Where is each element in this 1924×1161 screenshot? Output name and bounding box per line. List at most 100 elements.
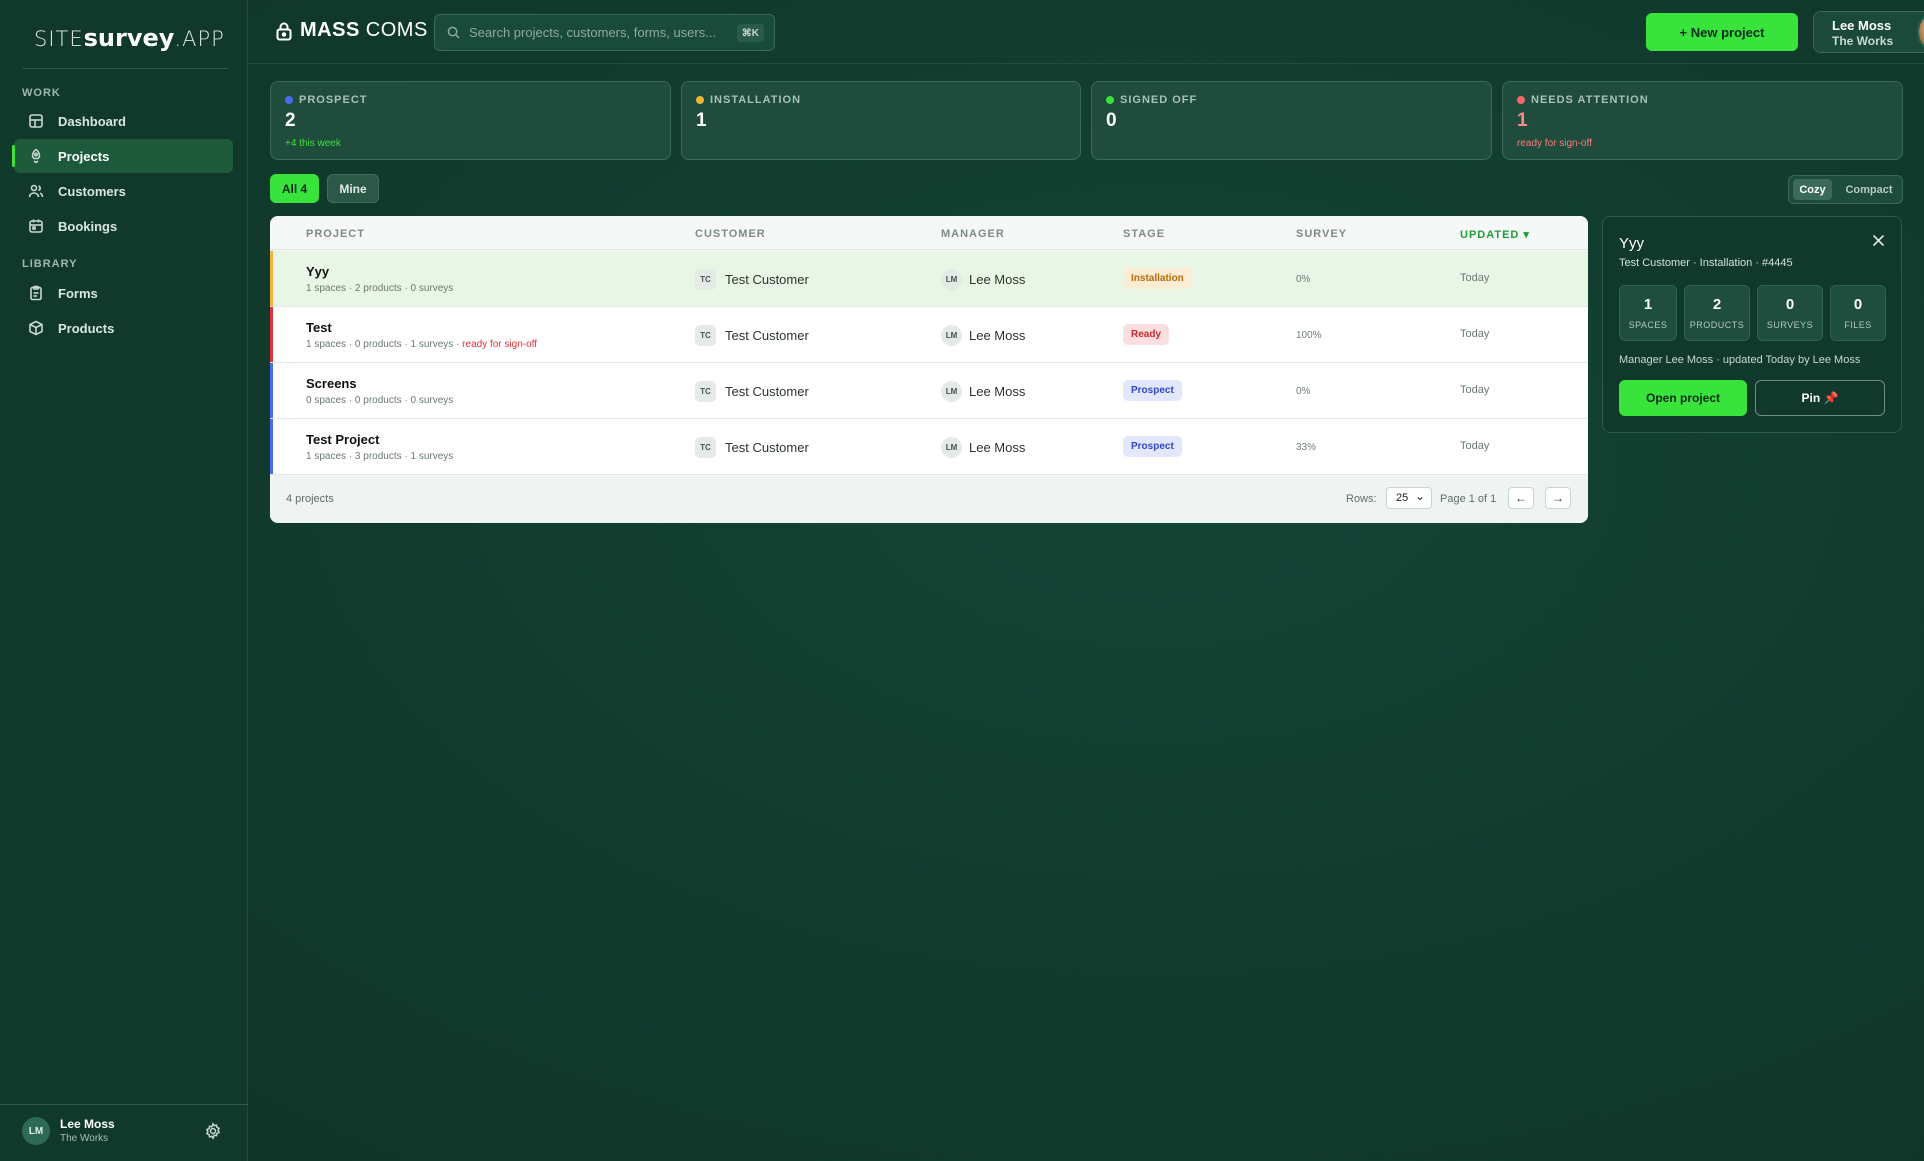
detail-stat-value: 1 <box>1643 296 1653 313</box>
project-meta: 0 spaces · 0 products · 0 surveys <box>306 395 454 406</box>
project-count: 4 projects <box>286 493 334 505</box>
manager-name: Lee Moss <box>969 384 1026 399</box>
project-meta: 1 spaces · 0 products · 1 surveys · read… <box>306 339 538 350</box>
table-footer: 4 projects Rows: 25 Page 1 of 1 ← → <box>270 475 1588 523</box>
row-status-bar <box>270 419 273 474</box>
manager-initials: LM <box>941 269 962 290</box>
manager-name: Lee Moss <box>969 272 1026 287</box>
next-page-button[interactable]: → <box>1545 487 1571 509</box>
projects-table: PROJECT CUSTOMER MANAGER STAGE SURVEY UP… <box>270 216 1588 523</box>
pin-button[interactable]: Pin 📌 <box>1755 380 1885 416</box>
survey-percent: 33% <box>1296 442 1317 453</box>
gear-icon[interactable] <box>204 1122 222 1140</box>
rows-per-page-select[interactable]: 25 <box>1386 487 1432 509</box>
row-status-bar <box>270 363 273 418</box>
stat-card-installation[interactable]: INSTALLATION 1 <box>681 81 1081 160</box>
manager-initials: LM <box>941 325 962 346</box>
new-project-button[interactable]: + New project <box>1646 13 1798 51</box>
manager-name: Lee Moss <box>969 440 1026 455</box>
detail-stat-files: 0 FILES <box>1830 285 1886 341</box>
sidebar-item-products[interactable]: Products <box>14 311 233 345</box>
stat-card-needs-attention[interactable]: NEEDS ATTENTION 1 ready for sign-off <box>1502 81 1903 160</box>
clipboard-icon <box>30 285 42 301</box>
sidebar-item-label: Customers <box>58 183 126 199</box>
project-meta: 1 spaces · 3 products · 1 surveys <box>306 451 454 462</box>
table-header: PROJECT CUSTOMER MANAGER STAGE SURVEY UP… <box>270 216 1588 250</box>
status-dot <box>1517 96 1525 104</box>
sidebar-item-dashboard[interactable]: Dashboard <box>14 104 233 138</box>
open-project-button[interactable]: Open project <box>1619 380 1747 416</box>
detail-stat-label: PRODUCTS <box>1689 320 1745 330</box>
detail-stat-value: 2 <box>1712 296 1722 313</box>
col-project[interactable]: PROJECT <box>306 228 365 240</box>
user-menu[interactable]: Lee Moss The Works <box>1813 10 1924 54</box>
sidebar-item-customers[interactable]: Customers <box>14 174 233 208</box>
customer-initials: TC <box>695 269 716 290</box>
status-dot <box>1106 96 1114 104</box>
search-shortcut: ⌘K <box>736 24 764 42</box>
stat-sub: +4 this week <box>285 138 341 149</box>
dashboard-icon <box>29 114 43 128</box>
table-row[interactable]: Screens 0 spaces · 0 products · 0 survey… <box>270 363 1588 419</box>
search-input[interactable] <box>469 25 735 40</box>
customer-name: Test Customer <box>725 384 809 399</box>
updated-date: Today <box>1460 328 1490 340</box>
density-compact[interactable]: Compact <box>1839 179 1899 200</box>
sidebar: SITEsurvey.APP WORK Dashboard Projects C… <box>0 0 248 1161</box>
col-customer[interactable]: CUSTOMER <box>695 228 766 240</box>
table-row[interactable]: Test 1 spaces · 0 products · 1 surveys ·… <box>270 307 1588 363</box>
sidebar-user-name: Lee Moss <box>60 1117 115 1131</box>
detail-stat-label: FILES <box>1844 320 1872 330</box>
col-manager[interactable]: MANAGER <box>941 228 1005 240</box>
manager-name: Lee Moss <box>969 328 1026 343</box>
status-badge: Ready <box>1123 324 1170 345</box>
search-icon <box>447 26 460 39</box>
sidebar-item-forms[interactable]: Forms <box>14 276 233 310</box>
detail-subtitle: Test Customer · Installation · #4445 <box>1619 257 1793 269</box>
stat-card-signed-off[interactable]: SIGNED OFF 0 <box>1091 81 1492 160</box>
status-badge: Installation <box>1123 268 1192 289</box>
table-row[interactable]: Yyy 1 spaces · 2 products · 0 surveys TC… <box>270 251 1588 307</box>
stat-value: 0 <box>1106 110 1117 131</box>
customer-name: Test Customer <box>725 272 809 287</box>
project-meta: 1 spaces · 2 products · 0 surveys <box>306 283 454 294</box>
stat-label: NEEDS ATTENTION <box>1517 94 1649 106</box>
sidebar-divider <box>22 68 228 69</box>
survey-percent: 0% <box>1296 386 1311 397</box>
stat-label: SIGNED OFF <box>1106 94 1197 106</box>
col-stage[interactable]: STAGE <box>1123 228 1165 240</box>
sidebar-item-label: Projects <box>58 148 110 164</box>
detail-title: Yyy <box>1619 235 1645 252</box>
detail-stat-value: 0 <box>1785 296 1795 313</box>
updated-date: Today <box>1460 384 1490 396</box>
detail-stat-spaces: 1 SPACES <box>1619 285 1677 341</box>
prev-page-button[interactable]: ← <box>1508 487 1534 509</box>
sidebar-item-label: Products <box>58 320 115 336</box>
density-cozy[interactable]: Cozy <box>1793 179 1832 200</box>
status-badge: Prospect <box>1123 436 1182 457</box>
col-updated[interactable]: UPDATED ▾ <box>1460 228 1530 241</box>
stat-card-prospect[interactable]: PROSPECT 2 +4 this week <box>270 81 671 160</box>
col-survey[interactable]: SURVEY <box>1296 228 1347 240</box>
filter-all[interactable]: All 4 <box>270 174 319 203</box>
org-brand[interactable]: MASS COMS <box>274 19 428 42</box>
lock-icon <box>276 22 292 40</box>
project-name: Screens <box>306 376 357 391</box>
table-row[interactable]: Test Project 1 spaces · 3 products · 1 s… <box>270 419 1588 475</box>
density-toggle: Cozy Compact <box>1788 175 1903 204</box>
close-icon[interactable] <box>1872 234 1885 247</box>
customer-name: Test Customer <box>725 328 809 343</box>
sidebar-item-projects[interactable]: Projects <box>12 139 233 173</box>
stat-sub: ready for sign-off <box>1517 138 1592 149</box>
status-badge: Prospect <box>1123 380 1182 401</box>
sidebar-item-bookings[interactable]: Bookings <box>14 209 233 243</box>
user-name: Lee Moss <box>1832 18 1892 33</box>
avatar[interactable]: LM <box>22 1117 50 1145</box>
rocket-icon <box>31 148 41 164</box>
page-indicator: Page 1 of 1 <box>1440 493 1497 505</box>
manager-initials: LM <box>941 381 962 402</box>
updated-date: Today <box>1460 272 1490 284</box>
project-detail-panel: Yyy Test Customer · Installation · #4445… <box>1602 216 1902 433</box>
app-logo[interactable]: SITEsurvey.APP <box>34 24 225 52</box>
filter-mine[interactable]: Mine <box>327 174 379 203</box>
